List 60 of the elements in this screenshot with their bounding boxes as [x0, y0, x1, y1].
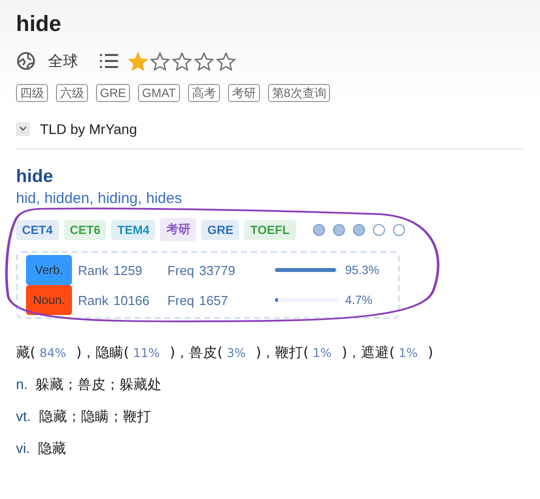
globe-icon	[16, 51, 36, 71]
part-of-speech: vi.	[16, 440, 30, 456]
translation-separator: )，	[342, 345, 362, 361]
star-icon	[194, 52, 214, 70]
chevron-icon	[18, 125, 28, 133]
translation-percent: 11%	[133, 346, 160, 360]
dictionary-name: TLD by MrYang	[40, 121, 137, 137]
headword: hide	[16, 165, 54, 188]
star-icon	[216, 52, 236, 70]
exam-tag: TEM4	[111, 220, 156, 240]
definition-text: 隐藏；隐瞒；鞭打	[38, 409, 151, 425]
tag: GRE	[96, 84, 130, 102]
frequency-percent: 95.3%	[345, 263, 380, 277]
pos-badge: Noun.	[26, 285, 72, 315]
freq-value: 1657	[199, 292, 230, 308]
translation-percent: 1%	[398, 346, 418, 360]
translation-percent: 3%	[226, 346, 246, 360]
tag: 高考	[188, 84, 220, 102]
rank-value: 10166	[113, 292, 151, 308]
part-of-speech: n.	[16, 376, 28, 392]
star-icon	[150, 52, 170, 70]
translation-word: 遮避(	[361, 345, 395, 361]
collapse-toggle[interactable]	[16, 122, 30, 136]
translation-separator: )，	[170, 345, 190, 361]
translation-word: 隐瞒(	[96, 345, 130, 361]
freq-value: 33779	[199, 262, 236, 278]
exam-tag: CET4	[16, 220, 59, 240]
rank-label: Rank	[78, 292, 108, 308]
translation-word: 藏(	[16, 345, 36, 361]
star-icon	[172, 52, 192, 70]
translation-separator: )	[428, 345, 434, 361]
freq-label: Freq	[167, 292, 194, 308]
rank-label: Rank	[78, 262, 108, 278]
rank-value: 1259	[113, 262, 144, 278]
translation-word: 鞭打(	[275, 345, 309, 361]
region-label: 全球	[48, 52, 78, 70]
definition-text: 隐藏	[38, 441, 66, 457]
tag: 第8次查询	[268, 84, 330, 102]
tag: 四级	[16, 84, 48, 102]
definition-text: 躲藏；兽皮；躲藏处	[36, 377, 162, 393]
exam-tag: TOEFL	[244, 220, 296, 240]
translation-percent: 84%	[39, 346, 66, 360]
pos-badge: Verb.	[26, 255, 72, 285]
word-forms: hid, hidden, hiding, hides	[16, 189, 183, 209]
frequency-percent: 4.7%	[345, 293, 372, 307]
exam-tag: 考研	[160, 218, 196, 241]
translation-percent: 1%	[312, 346, 332, 360]
tag: GMAT	[138, 84, 180, 102]
exam-tag: GRE	[201, 220, 240, 240]
freq-label: Freq	[167, 262, 194, 278]
part-of-speech: vt.	[16, 408, 31, 424]
translation-separator: )，	[256, 345, 276, 361]
tag: 六级	[56, 84, 88, 102]
exam-tag: CET6	[64, 220, 106, 240]
translation-separator: )，	[76, 345, 96, 361]
tag: 考研	[228, 84, 260, 102]
list-icon	[100, 53, 118, 69]
star-icon	[128, 52, 148, 70]
translation-word: 兽皮(	[189, 345, 223, 361]
word-title: hide	[16, 10, 62, 38]
